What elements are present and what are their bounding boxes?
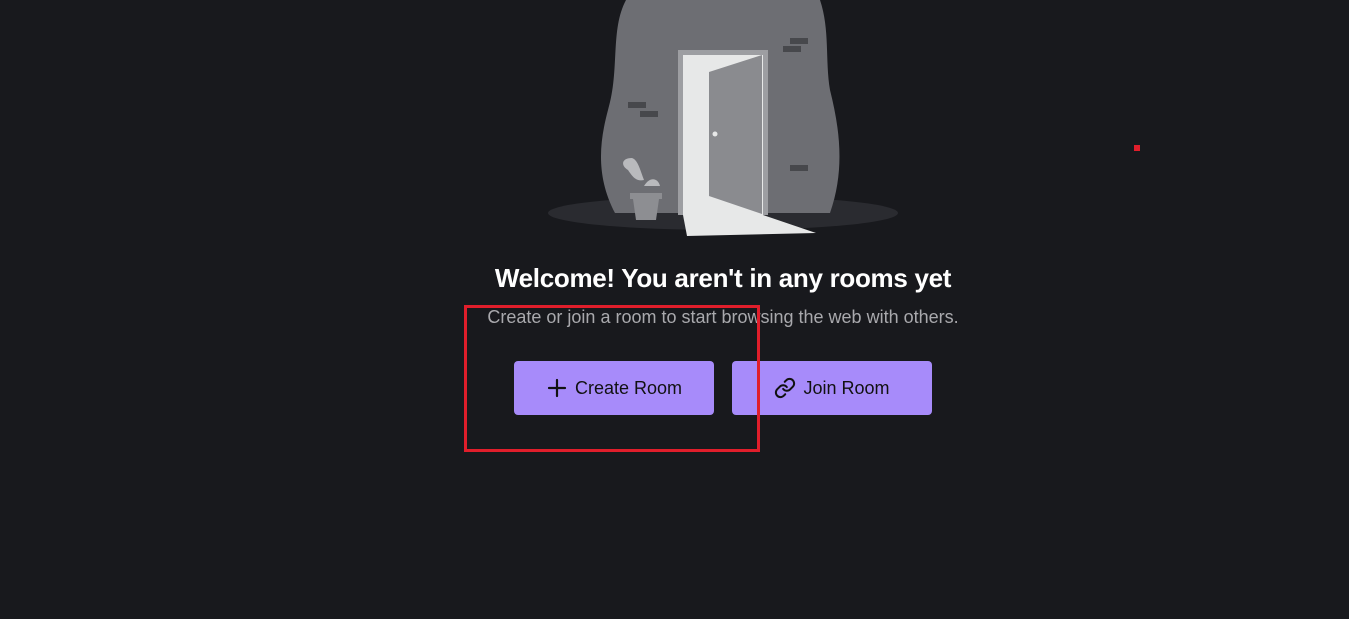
empty-rooms-page: Welcome! You aren't in any rooms yet Cre… [0, 0, 1349, 619]
link-icon [774, 377, 796, 399]
empty-state-subtitle: Create or join a room to start browsing … [487, 307, 959, 327]
cursor-marker [1134, 145, 1140, 151]
join-room-button[interactable]: Join Room [732, 361, 932, 415]
create-room-label: Create Room [574, 377, 683, 398]
create-room-button[interactable]: Create Room [514, 361, 714, 415]
plus-icon [546, 377, 568, 399]
join-room-label: Join Room [803, 377, 890, 398]
open-door-illustration [548, 0, 898, 236]
empty-state-title: Welcome! You aren't in any rooms yet [494, 263, 952, 293]
